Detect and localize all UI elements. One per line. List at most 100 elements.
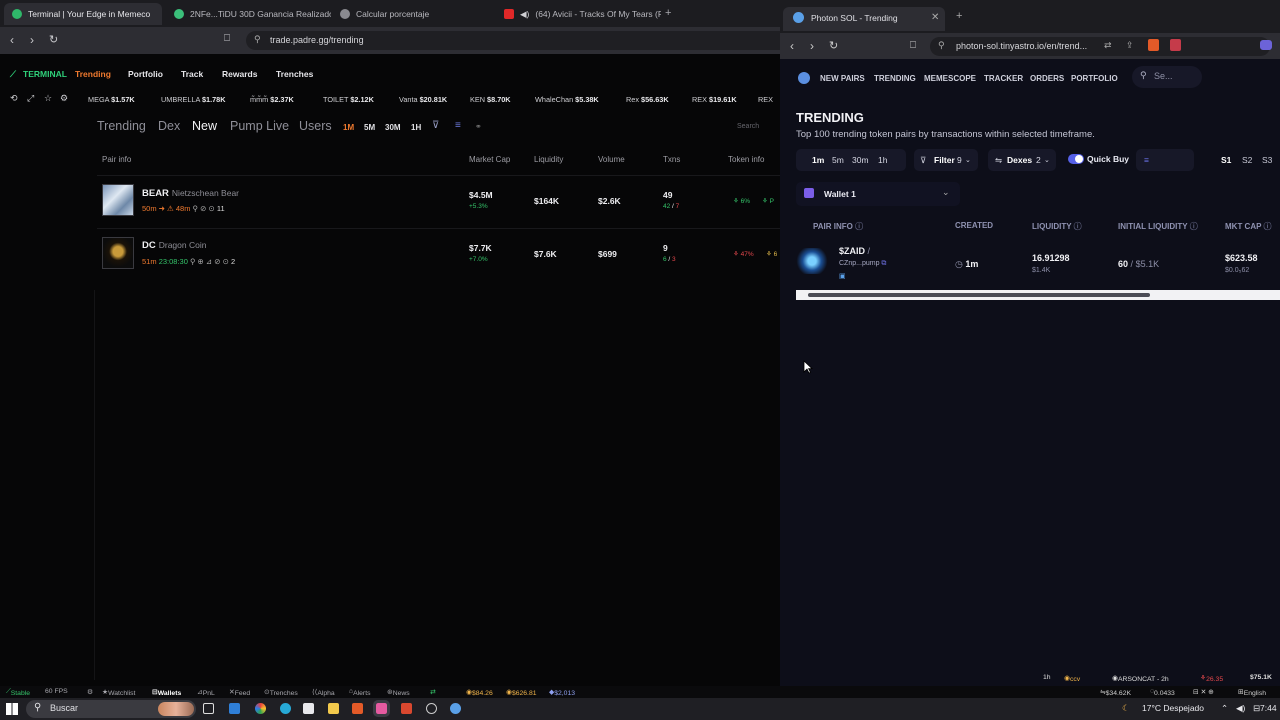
timeframe-5m[interactable]: 5M: [364, 123, 375, 132]
brave-rewards-icon[interactable]: [1170, 39, 1181, 51]
photon-app-icon[interactable]: [450, 703, 461, 714]
translate-icon[interactable]: ⇄: [1104, 40, 1112, 51]
chart-icon[interactable]: ⤢: [27, 93, 34, 104]
new-tab-icon[interactable]: +: [665, 7, 671, 19]
ticker-item[interactable]: WhaleChan $5.38K: [535, 95, 599, 104]
watchlist-button[interactable]: ★ Watchlist: [102, 688, 135, 697]
file-explorer-icon[interactable]: [328, 703, 339, 714]
nav-rewards[interactable]: Rewards: [222, 69, 257, 79]
bookmark-icon[interactable]: ⎕: [910, 40, 916, 51]
task-view-icon[interactable]: [203, 703, 214, 714]
timeframe-30m[interactable]: 30M: [385, 123, 401, 132]
nav-orders[interactable]: ORDERS: [1030, 74, 1064, 83]
tab-youtube[interactable]: ◀) (64) Avicii - Tracks Of My Tears (F: [496, 3, 661, 25]
trenches-button[interactable]: ⊙ Trenches: [264, 688, 298, 697]
ticker-item[interactable]: m̃m̃m̃ $2.37K: [250, 95, 294, 104]
nav-new-pairs[interactable]: NEW PAIRS: [820, 74, 865, 83]
slot-s2[interactable]: S2: [1242, 155, 1252, 165]
feed-button[interactable]: ✕ Feed: [229, 688, 250, 697]
col-volume[interactable]: Volume: [598, 155, 625, 164]
forward-icon[interactable]: ›: [810, 39, 814, 53]
close-tab-icon[interactable]: ✕: [931, 12, 939, 23]
token-address[interactable]: CZnp...pump ⧉: [839, 260, 886, 268]
new-tab-icon[interactable]: +: [956, 10, 962, 22]
nav-portfolio[interactable]: PORTFOLIO: [1071, 74, 1118, 83]
brave-shield-icon[interactable]: [1148, 39, 1159, 51]
nav-track[interactable]: Track: [181, 69, 203, 79]
edge-icon[interactable]: [280, 703, 291, 714]
gear-icon[interactable]: ⚙: [60, 93, 68, 104]
back-icon[interactable]: ‹: [790, 39, 794, 53]
dexes-button[interactable]: ⇋ Dexes 2 ⌄: [988, 149, 1056, 171]
nav-trending[interactable]: Trending: [75, 69, 111, 79]
table-row[interactable]: $ZAID / CZnp...pump ⧉ ▣ ◷ 1m 16.91298 $1…: [796, 238, 1280, 288]
ticker-item[interactable]: UMBRELLA $1.78K: [161, 95, 226, 104]
quick-buy-toggle[interactable]: [1068, 154, 1084, 164]
ticker-item[interactable]: TOILET $2.12K: [323, 95, 374, 104]
nav-memescope[interactable]: MEMESCOPE: [924, 74, 976, 83]
subtab-new[interactable]: New: [192, 119, 217, 133]
history-icon[interactable]: ⟲: [10, 93, 18, 104]
subtab-pump-live[interactable]: Pump Live: [230, 119, 289, 133]
settings-icon[interactable]: ⚙: [87, 688, 93, 696]
ticker-item[interactable]: Vanta $20.81K: [399, 95, 447, 104]
slot-s3[interactable]: S3: [1262, 155, 1272, 165]
forward-icon[interactable]: ›: [30, 33, 34, 47]
col-mkt-cap[interactable]: MKT CAP ⓘ: [1225, 221, 1272, 232]
filter-button[interactable]: ⊽ Filter 9 ⌄: [914, 149, 978, 171]
col-liquidity[interactable]: LIQUIDITY ⓘ: [1032, 221, 1082, 232]
nav-trenches[interactable]: Trenches: [276, 69, 313, 79]
site-info-icon[interactable]: ⚲: [938, 40, 945, 51]
ticker-item[interactable]: Rex $56.63K: [626, 95, 669, 104]
timeframe-1m[interactable]: 1M: [343, 123, 354, 132]
beta-icon[interactable]: ⚭: [475, 122, 482, 131]
table-row[interactable]: DC Dragon Coin 51m 23:08:30 ⚲ ⊕ ⊿ ⊘ ⊙ 2 $…: [97, 228, 780, 280]
brave-icon[interactable]: [352, 703, 363, 714]
weather-text[interactable]: 17°C Despejado: [1142, 703, 1204, 713]
timeframe-5m[interactable]: 5m: [832, 155, 844, 165]
col-liquidity[interactable]: Liquidity: [534, 155, 563, 164]
subtab-users[interactable]: Users: [299, 119, 332, 133]
outlook-icon[interactable]: [229, 703, 240, 714]
windows-start-icon[interactable]: [6, 703, 18, 715]
brave-beta-icon[interactable]: [373, 700, 390, 717]
url-input[interactable]: ⚲ trade.padre.gg/trending: [246, 31, 780, 50]
ticker-item[interactable]: KEN $8.70K: [470, 95, 511, 104]
reload-icon[interactable]: ↻: [829, 39, 838, 52]
col-initial-liquidity[interactable]: INITIAL LIQUIDITY ⓘ: [1118, 221, 1198, 232]
quick-buy-amount-input[interactable]: ≡: [1136, 149, 1194, 171]
ticker-item[interactable]: MEGA $1.57K: [88, 95, 135, 104]
subtab-dex[interactable]: Dex: [158, 119, 180, 133]
photon-logo-icon[interactable]: [798, 72, 810, 84]
news-button[interactable]: ⊛ News: [387, 688, 410, 697]
store-icon[interactable]: [303, 703, 314, 714]
subtab-trending[interactable]: Trending: [97, 119, 146, 133]
share-icon[interactable]: ⇪: [1126, 40, 1134, 51]
wallet-selector[interactable]: Wallet 1 ⌄: [796, 182, 960, 206]
timeframe-1h[interactable]: 1H: [411, 123, 421, 132]
back-icon[interactable]: ‹: [10, 33, 14, 47]
taskbar-search[interactable]: ⚲ Buscar: [26, 700, 196, 718]
social-icons[interactable]: ⊟ ✕ ⊕: [1193, 688, 1214, 696]
nav-tracker[interactable]: TRACKER: [984, 74, 1023, 83]
slot-s1[interactable]: S1: [1221, 155, 1231, 165]
search-input[interactable]: ⚲ Se...: [1132, 66, 1202, 88]
bookmark-icon[interactable]: ⎕: [224, 33, 230, 44]
ticker-item[interactable]: REX $19.61K: [692, 95, 737, 104]
filter-icon[interactable]: ⊽: [432, 120, 439, 131]
nav-trending[interactable]: TRENDING: [874, 74, 916, 83]
horizontal-scrollbar[interactable]: [796, 290, 1280, 300]
alerts-button[interactable]: ⌂ Alerts: [349, 688, 370, 697]
reload-icon[interactable]: ↻: [49, 33, 58, 46]
pump-icon[interactable]: ▣: [839, 272, 846, 280]
timeframe-30m[interactable]: 30m: [852, 155, 869, 165]
tray-chevron-icon[interactable]: ⌃: [1221, 703, 1228, 714]
obs-icon[interactable]: [426, 703, 437, 714]
terminal-logo[interactable]: TERMINAL: [23, 69, 67, 79]
tab-photon[interactable]: Photon SOL - Trending ✕: [783, 7, 945, 31]
pnl-button[interactable]: ⊿ PnL: [197, 688, 215, 697]
clock[interactable]: 7:44: [1260, 703, 1277, 713]
tab-ganancia[interactable]: 2NFe...TiDU 30D Ganancia Realizado: [166, 3, 331, 25]
col-txns[interactable]: Txns: [663, 155, 680, 164]
wallets-button[interactable]: ⊟ Wallets: [152, 688, 181, 697]
